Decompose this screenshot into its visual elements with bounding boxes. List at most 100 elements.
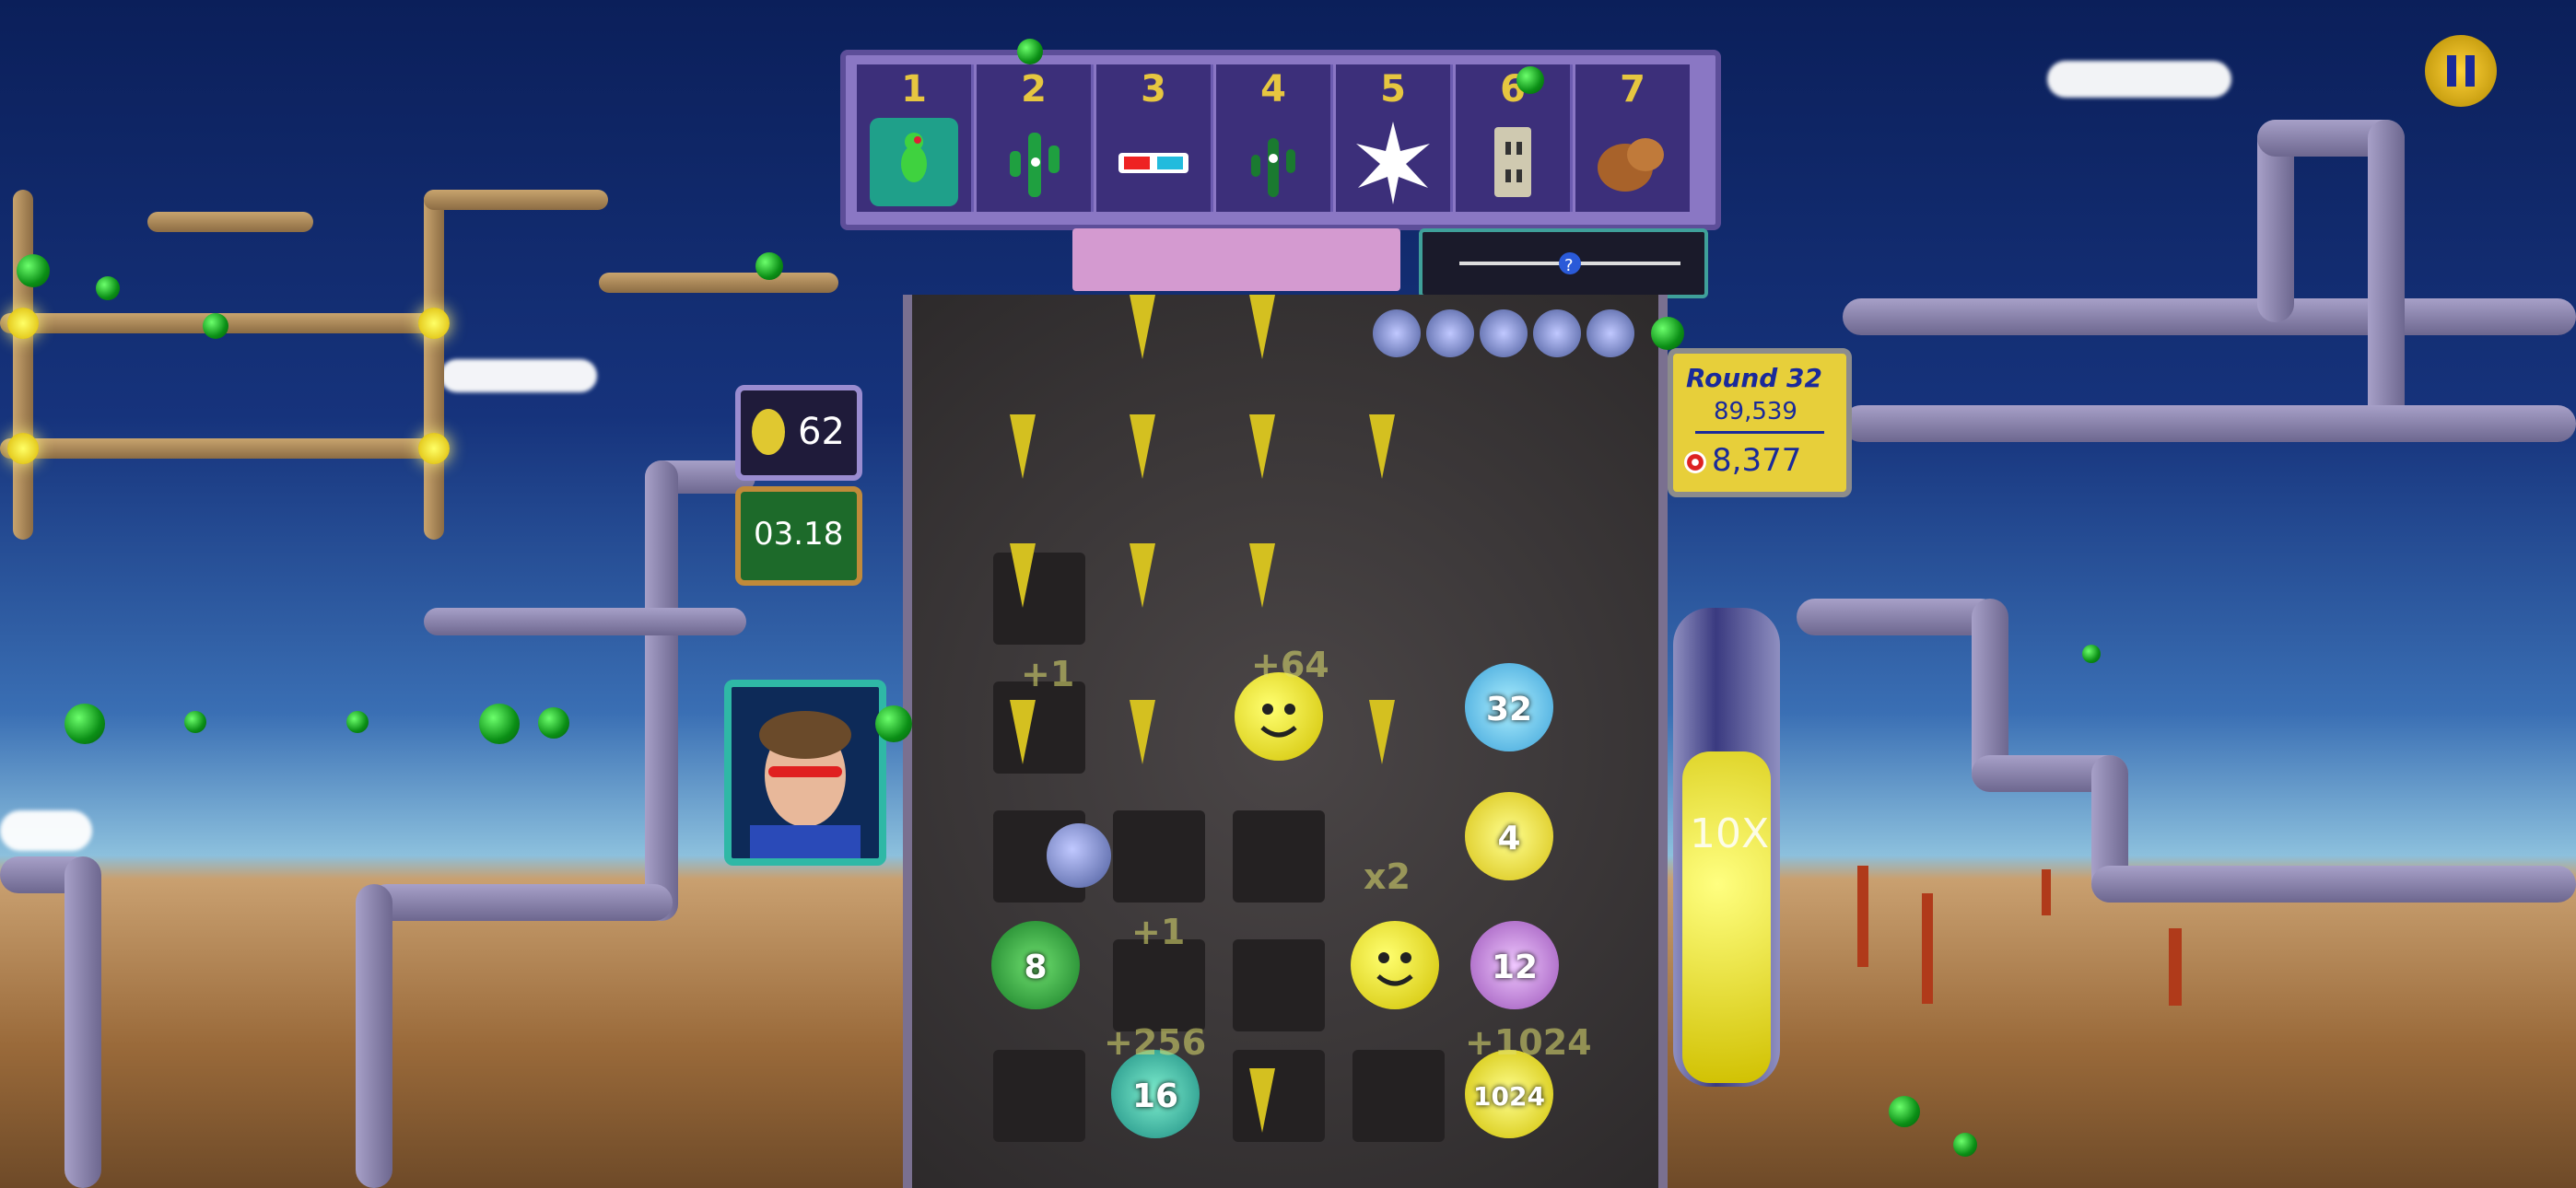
board-cell[interactable]: [993, 1050, 1085, 1142]
tile-8[interactable]: 8: [991, 921, 1080, 1009]
tile-label: 4: [1497, 820, 1521, 857]
tile-label: 32: [1485, 691, 1533, 728]
green-particle: [1953, 1133, 1977, 1157]
pipe: [356, 884, 392, 1188]
shop-slot-4[interactable]: 4: [1216, 64, 1333, 212]
svg-text:?: ?: [1564, 256, 1574, 275]
tile-4[interactable]: 4: [1465, 792, 1553, 880]
green-particle: [346, 711, 369, 733]
tile-12[interactable]: 12: [1470, 921, 1559, 1009]
green-bird-icon: [870, 118, 958, 206]
pipe: [2368, 120, 2405, 442]
board-cell[interactable]: [1233, 939, 1325, 1031]
tile-16[interactable]: 16: [1111, 1050, 1200, 1138]
pipe: [369, 884, 673, 921]
target-icon: [1684, 451, 1706, 473]
board-cell[interactable]: [993, 553, 1085, 645]
green-particle: [755, 252, 783, 280]
brown-blob-icon: [1588, 118, 1677, 206]
tile-label: 16: [1131, 1077, 1179, 1115]
pipe: [0, 438, 442, 459]
queued-ball: [1533, 309, 1581, 357]
spike: [1369, 700, 1395, 764]
desert-post: [1922, 893, 1933, 1004]
desert-post: [2169, 928, 2182, 1006]
queued-ball: [1587, 309, 1634, 357]
shop-slot-5[interactable]: 5: [1336, 64, 1453, 212]
smiley-ball[interactable]: [1235, 672, 1323, 761]
pipe: [424, 190, 444, 540]
board-cell[interactable]: [1233, 1050, 1325, 1142]
pipe: [147, 212, 313, 232]
3d-glasses-icon: [1109, 118, 1198, 206]
tile-label: 12: [1491, 949, 1539, 986]
gray-ball[interactable]: [1047, 823, 1111, 888]
board-cell[interactable]: [993, 681, 1085, 774]
multiplier-fill: [1682, 751, 1771, 1083]
score-value: 89,539: [1714, 398, 1797, 425]
green-particle: [538, 707, 569, 739]
pause-button[interactable]: [2425, 35, 2497, 107]
slot-number: 2: [1021, 68, 1047, 111]
pipe: [13, 190, 33, 540]
pipe: [645, 460, 678, 921]
pipe: [1843, 405, 2576, 442]
green-particle: [203, 313, 228, 339]
round-score-panel: Round 32 89,539 8,377: [1668, 348, 1852, 497]
tile-label: 1024: [1473, 1081, 1545, 1112]
shop-slot-3[interactable]: 3: [1096, 64, 1213, 212]
floating-score: x2: [1364, 856, 1411, 897]
slot-number: 3: [1141, 68, 1166, 111]
shop-slot-7[interactable]: 7: [1575, 64, 1690, 212]
lamp: [418, 433, 450, 464]
desert-post: [2042, 869, 2051, 915]
cactus-icon: [989, 118, 1078, 206]
spike: [1369, 414, 1395, 479]
target-value: 8,377: [1712, 442, 1802, 479]
slot-number: 1: [901, 68, 927, 111]
green-particle: [2082, 645, 2101, 663]
round-label: Round 32: [1686, 363, 1823, 393]
powerup-shop: 1 2 3 4 5 6 7: [840, 50, 1721, 230]
starburst-icon: [1349, 118, 1437, 206]
coin-count: 62: [798, 411, 845, 453]
coin-counter: 62: [735, 385, 862, 481]
lamp: [418, 308, 450, 339]
board-cell[interactable]: [1113, 810, 1205, 903]
green-particle: [479, 704, 520, 744]
lamp: [7, 433, 39, 464]
pipe: [424, 190, 608, 210]
shop-slot-2[interactable]: 2: [977, 64, 1094, 212]
tile-1024[interactable]: 1024: [1465, 1050, 1553, 1138]
slider-gauge: ?: [1419, 228, 1708, 298]
green-particle: [96, 276, 120, 300]
tile-32[interactable]: 32: [1465, 663, 1553, 751]
score-divider: [1695, 431, 1824, 434]
green-particle: [17, 254, 50, 287]
green-particle: [184, 711, 206, 733]
game-board: 32 4 8 12 16 1024 +1 +64 +1 +256 +1024 x…: [903, 295, 1668, 1188]
player-avatar: [724, 680, 886, 866]
shop-slot-6[interactable]: 6: [1456, 64, 1573, 212]
desert-post: [1857, 866, 1868, 967]
queued-ball: [1480, 309, 1528, 357]
slot-number: 4: [1260, 68, 1286, 111]
timer-display: 03.18: [735, 486, 862, 586]
pipe: [1797, 599, 1999, 635]
board-cell[interactable]: [1352, 1050, 1445, 1142]
green-particle: [1889, 1096, 1920, 1127]
coin-icon: [752, 409, 785, 455]
multiplier-label: 10X: [1690, 810, 1770, 857]
board-cell[interactable]: [1113, 939, 1205, 1031]
outlet-icon: [1469, 118, 1557, 206]
green-particle: [1516, 66, 1544, 94]
spike: [1010, 700, 1036, 764]
green-particle: [1017, 39, 1043, 64]
pipe: [1843, 298, 2576, 335]
board-cell[interactable]: [1233, 810, 1325, 903]
smiley-ball[interactable]: [1351, 921, 1439, 1009]
spike: [1249, 414, 1275, 479]
spike: [1130, 414, 1155, 479]
shop-slot-1[interactable]: 1: [857, 64, 974, 212]
spike: [1010, 543, 1036, 608]
